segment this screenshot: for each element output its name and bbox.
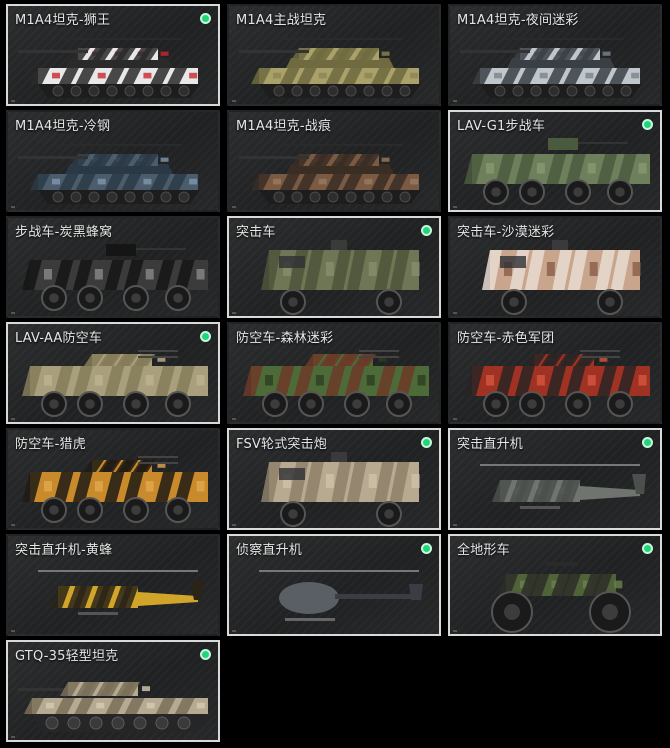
owned-status-icon — [421, 543, 432, 554]
vehicle-card[interactable]: LAV-AA防空车 — [6, 322, 220, 424]
corner-mark — [232, 630, 236, 632]
vehicle-card[interactable]: 侦察直升机 — [227, 534, 441, 636]
vehicle-name: LAV-AA防空车 — [15, 331, 103, 346]
vehicle-card[interactable]: 全地形车 — [448, 534, 662, 636]
aa-vehicle-image — [22, 350, 208, 417]
atv-vehicle-image — [491, 562, 631, 633]
vehicle-name: 防空车-猎虎 — [15, 437, 86, 452]
vehicle-name: M1A4主战坦克 — [236, 13, 327, 28]
vehicle-card[interactable]: GTQ-35轻型坦克 — [6, 640, 220, 742]
heli-vehicle-image — [38, 570, 204, 615]
vehicle-card[interactable]: 防空车-森林迷彩 — [227, 322, 441, 424]
vehicle-name: M1A4坦克-狮王 — [15, 13, 111, 28]
vehicle-name: M1A4坦克-战痕 — [236, 119, 332, 134]
corner-mark — [11, 418, 15, 420]
aa-vehicle-image — [464, 350, 650, 417]
vehicle-card[interactable]: 突击车-沙漠迷彩 — [448, 216, 662, 318]
vehicle-card[interactable]: 步战车-炭黑蜂窝 — [6, 216, 220, 318]
corner-mark — [232, 100, 236, 102]
tank-vehicle-image — [18, 144, 200, 204]
vehicle-card[interactable]: M1A4主战坦克 — [227, 4, 441, 106]
vehicle-card[interactable]: 突击直升机 — [448, 428, 662, 530]
vehicle-name: 防空车-森林迷彩 — [236, 331, 334, 346]
aa-vehicle-image — [243, 350, 429, 417]
ifv-vehicle-image — [22, 244, 208, 311]
corner-mark — [232, 206, 236, 208]
vehicle-name: LAV-G1步战车 — [457, 119, 546, 134]
lighttank-vehicle-image — [18, 682, 208, 732]
owned-status-icon — [200, 331, 211, 342]
owned-status-icon — [642, 119, 653, 130]
owned-status-icon — [642, 437, 653, 448]
corner-mark — [11, 312, 15, 314]
tank-vehicle-image — [239, 38, 421, 98]
vehicle-card[interactable]: 突击车 — [227, 216, 441, 318]
vehicle-name: M1A4坦克-夜间迷彩 — [457, 13, 579, 28]
vehicle-name: M1A4坦克-冷钢 — [15, 119, 111, 134]
vehicle-card[interactable]: FSV轮式突击炮 — [227, 428, 441, 530]
vehicle-card[interactable]: M1A4坦克-夜间迷彩 — [448, 4, 662, 106]
vehicle-card[interactable]: LAV-G1步战车 — [448, 110, 662, 212]
vehicle-name: 全地形车 — [457, 543, 510, 558]
vehicle-name: FSV轮式突击炮 — [236, 437, 327, 452]
corner-mark — [453, 630, 457, 632]
truck-vehicle-image — [261, 452, 420, 527]
corner-mark — [11, 736, 15, 738]
vehicle-card[interactable]: M1A4坦克-战痕 — [227, 110, 441, 212]
vehicle-card[interactable]: M1A4坦克-冷钢 — [6, 110, 220, 212]
corner-mark — [11, 100, 15, 102]
corner-mark — [453, 312, 457, 314]
vehicle-name: 步战车-炭黑蜂窝 — [15, 225, 113, 240]
tank-vehicle-image — [239, 144, 421, 204]
corner-mark — [11, 630, 15, 632]
tank-vehicle-image — [460, 38, 642, 98]
aa-vehicle-image — [22, 456, 208, 523]
scout-vehicle-image — [259, 570, 423, 621]
corner-mark — [232, 312, 236, 314]
vehicle-name: 侦察直升机 — [236, 543, 303, 558]
corner-mark — [11, 524, 15, 526]
ifv-vehicle-image — [464, 138, 650, 205]
vehicle-card[interactable]: 防空车-赤色军团 — [448, 322, 662, 424]
truck-vehicle-image — [482, 240, 641, 315]
vehicle-name: GTQ-35轻型坦克 — [15, 649, 119, 664]
heli-vehicle-image — [480, 464, 646, 509]
corner-mark — [453, 524, 457, 526]
vehicle-name: 突击车-沙漠迷彩 — [457, 225, 555, 240]
owned-status-icon — [200, 13, 211, 24]
corner-mark — [453, 206, 457, 208]
vehicle-name: 突击车 — [236, 225, 276, 240]
owned-status-icon — [642, 543, 653, 554]
vehicle-grid: M1A4坦克-狮王 M1A4主战坦克 M1A4坦克-夜间迷彩 M1A4坦克-冷钢 M1A… — [6, 4, 666, 744]
corner-mark — [232, 418, 236, 420]
owned-status-icon — [421, 225, 432, 236]
owned-status-icon — [200, 649, 211, 660]
vehicle-card[interactable]: 突击直升机-黄蜂 — [6, 534, 220, 636]
corner-mark — [453, 100, 457, 102]
vehicle-name: 突击直升机-黄蜂 — [15, 543, 113, 558]
vehicle-card[interactable]: M1A4坦克-狮王 — [6, 4, 220, 106]
owned-status-icon — [421, 437, 432, 448]
tank-vehicle-image — [18, 38, 200, 98]
vehicle-card[interactable]: 防空车-猎虎 — [6, 428, 220, 530]
truck-vehicle-image — [261, 240, 420, 315]
corner-mark — [11, 206, 15, 208]
corner-mark — [453, 418, 457, 420]
corner-mark — [232, 524, 236, 526]
vehicle-name: 突击直升机 — [457, 437, 524, 452]
vehicle-name: 防空车-赤色军团 — [457, 331, 555, 346]
